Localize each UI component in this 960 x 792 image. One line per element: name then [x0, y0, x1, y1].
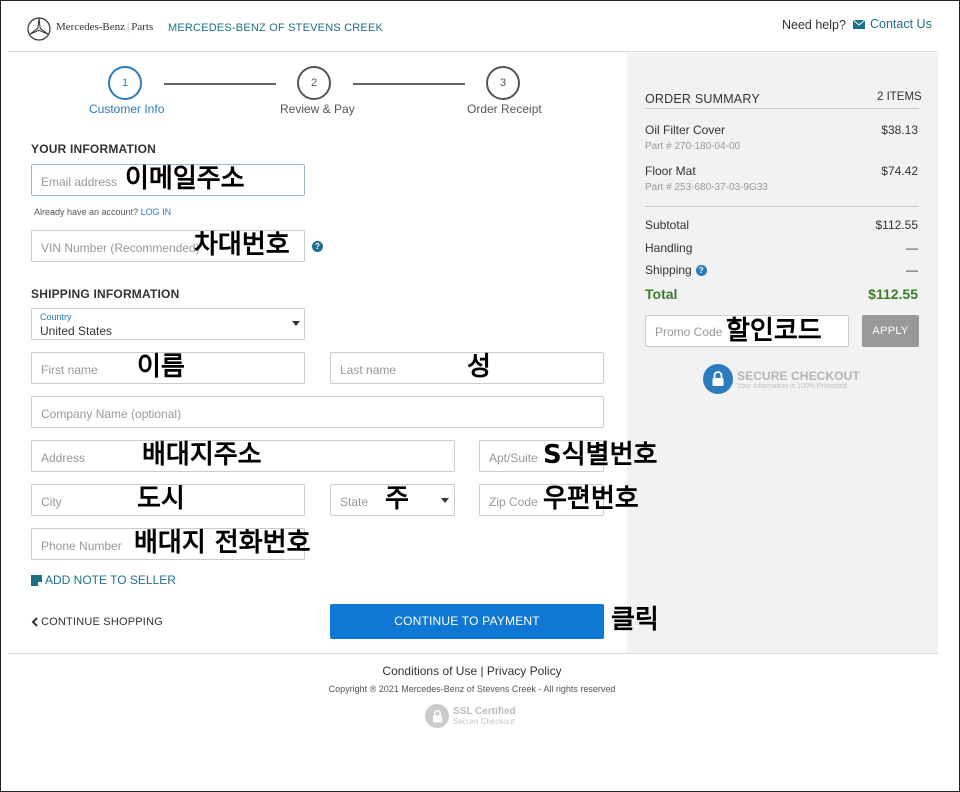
login-link[interactable]: LOG IN: [141, 207, 172, 217]
lock-icon: [703, 364, 733, 394]
step-2-circle[interactable]: 2: [297, 66, 331, 100]
secure-checkout-text: SECURE CHECKOUT Your Information is 100%…: [737, 369, 860, 390]
question-circle-icon[interactable]: ?: [312, 241, 323, 252]
chevron-left-icon: [31, 617, 38, 627]
total-label: Total: [645, 286, 678, 302]
continue-shopping-link[interactable]: CONTINUE SHOPPING: [31, 616, 163, 628]
continue-to-payment-button[interactable]: CONTINUE TO PAYMENT: [330, 604, 604, 639]
item-part-number: Part # 270-180-04-00: [645, 141, 741, 152]
note-icon: [31, 574, 42, 586]
country-label: Country: [40, 312, 72, 322]
secure-checkout-title: SECURE CHECKOUT: [737, 368, 860, 383]
your-information-title: YOUR INFORMATION: [31, 142, 156, 156]
brand-sub-text: Parts: [131, 21, 154, 33]
continue-shopping-label: CONTINUE SHOPPING: [41, 616, 163, 628]
item-name[interactable]: Floor Mat: [645, 164, 696, 178]
promo-annotation: 할인코드: [726, 316, 822, 346]
country-value: United States: [40, 324, 113, 338]
company-name-field[interactable]: Company Name (optional): [31, 396, 604, 428]
brand-name: Mercedes-Benz | Parts: [56, 21, 153, 33]
chevron-down-icon: [292, 321, 300, 326]
handling-value: —: [906, 241, 918, 255]
item-count: 2 ITEMS: [877, 91, 922, 103]
brand-text: Mercedes-Benz: [56, 21, 126, 33]
footer-divider: [8, 653, 938, 654]
step-1-circle[interactable]: 1: [108, 66, 142, 100]
secure-checkout-subtitle: Your Information is 100% Protected: [737, 382, 847, 390]
copyright: Copyright ® 2021 Mercedes-Benz of Steven…: [328, 684, 616, 694]
lock-icon: [425, 704, 449, 728]
city-annotation: 도시: [137, 484, 185, 514]
state-annotation: 주: [385, 484, 409, 514]
ssl-title: SSL Certified: [453, 706, 516, 717]
shipping-label-row: Shipping ?: [645, 263, 707, 277]
item-price: $74.42: [881, 164, 918, 178]
ssl-badge: SSL Certified Secure Checkout: [425, 704, 516, 728]
step-2-label: Review & Pay: [280, 102, 355, 116]
stepper-connector: [353, 83, 465, 85]
item-price: $38.13: [881, 123, 918, 137]
item-part-number: Part # 253-680-37-03-9G33: [645, 182, 768, 193]
subtotal-value: $112.55: [875, 218, 919, 232]
subtotal-label: Subtotal: [645, 218, 690, 232]
contact-us-link[interactable]: Contact Us: [853, 17, 932, 31]
first-name-annotation: 이름: [137, 352, 185, 382]
ssl-text: SSL Certified Secure Checkout: [453, 706, 516, 726]
order-summary-title: ORDER SUMMARY: [645, 92, 760, 106]
apply-button[interactable]: APPLY: [862, 315, 919, 347]
step-3-label: Order Receipt: [467, 102, 542, 116]
add-note-link[interactable]: ADD NOTE TO SELLER: [31, 573, 176, 587]
shipping-information-title: SHIPPING INFORMATION: [31, 287, 180, 301]
email-annotation: 이메일주소: [125, 164, 245, 194]
step-1-label: Customer Info: [89, 102, 165, 116]
need-help-text: Need help?: [782, 18, 846, 32]
zip-annotation: 우편번호: [543, 484, 639, 514]
divider: [645, 108, 919, 109]
handling-label: Handling: [645, 241, 693, 255]
vin-annotation: 차대번호: [194, 230, 290, 260]
shipping-label: Shipping: [645, 263, 692, 277]
secure-checkout-badge: SECURE CHECKOUT Your Information is 100%…: [703, 364, 860, 394]
login-prompt-text: Already have an account?: [34, 207, 139, 217]
ssl-subtitle: Secure Checkout: [453, 717, 515, 726]
phone-annotation: 배대지 전화번호: [134, 528, 311, 558]
apt-annotation: S식별번호: [543, 440, 658, 470]
chevron-down-icon: [441, 498, 449, 503]
divider: [645, 206, 919, 207]
add-note-label: ADD NOTE TO SELLER: [45, 573, 176, 587]
site-header: Mercedes-Benz | Parts MERCEDES-BENZ OF STE…: [8, 8, 938, 52]
login-prompt: Already have an account? LOG IN: [34, 207, 171, 217]
shipping-value: —: [906, 263, 918, 277]
step-3-circle[interactable]: 3: [486, 66, 520, 100]
stepper-connector: [164, 83, 276, 85]
contact-us-label: Contact Us: [870, 17, 932, 31]
last-name-annotation: 성: [467, 352, 491, 382]
address-annotation: 배대지주소: [142, 440, 262, 470]
envelope-icon: [853, 19, 865, 29]
total-value: $112.55: [868, 286, 918, 302]
item-name[interactable]: Oil Filter Cover: [645, 123, 725, 137]
brand-separator: |: [127, 21, 130, 33]
question-circle-icon[interactable]: ?: [695, 264, 707, 276]
click-annotation: 클릭: [611, 605, 659, 635]
footer-links[interactable]: Conditions of Use | Privacy Policy: [0, 664, 944, 678]
mercedes-star-logo[interactable]: [27, 17, 51, 41]
dealer-link[interactable]: MERCEDES-BENZ OF STEVENS CREEK: [168, 22, 383, 34]
